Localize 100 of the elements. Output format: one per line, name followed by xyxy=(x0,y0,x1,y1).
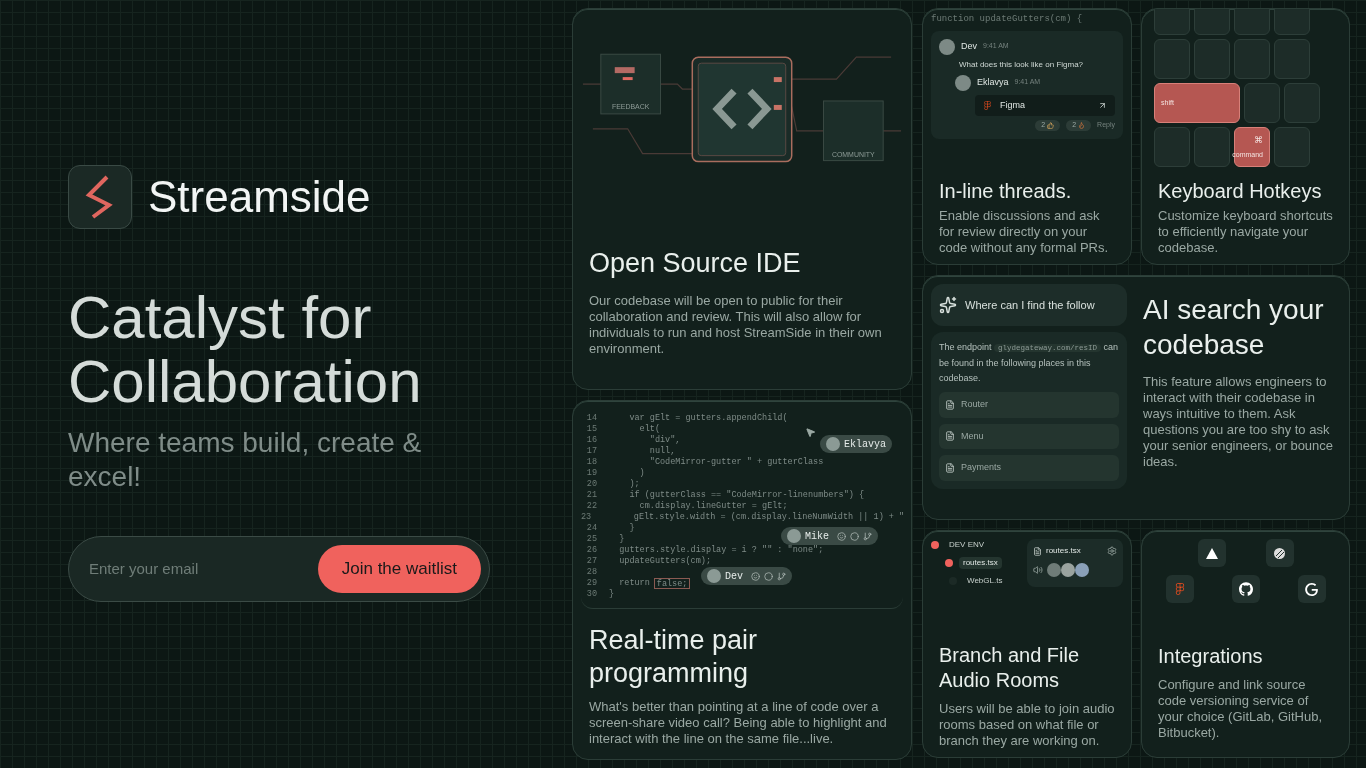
circle-icon[interactable] xyxy=(850,531,859,541)
keyboard-key[interactable] xyxy=(1274,127,1310,167)
logo-icon xyxy=(68,165,132,229)
card-title: In-line threads. xyxy=(939,179,1073,204)
card-description: Configure and link source code versioning service of your choice (GitLab, GitHub, Bitbucket). xyxy=(1158,677,1324,741)
key-symbol: ⌘ xyxy=(1254,134,1263,147)
avatar xyxy=(1047,563,1061,577)
code-line: gElt.style.width = (cm.display.lineNumWidth || 1) + " xyxy=(632,512,905,523)
branch-item[interactable]: routes.tsx xyxy=(959,557,1002,569)
card-title: Branch and File Audio Rooms xyxy=(939,643,1081,693)
file-icon xyxy=(945,399,955,410)
sparkle-icon xyxy=(939,296,957,314)
file-result[interactable]: Router xyxy=(939,392,1119,418)
speaker-icon[interactable] xyxy=(1033,565,1043,575)
keyboard-key[interactable] xyxy=(1274,39,1310,79)
file-icon xyxy=(945,462,955,473)
smile-icon[interactable] xyxy=(751,571,760,581)
card-title: AI search your codebase xyxy=(1143,293,1325,362)
card-description: Enable discussions and ask for review directly on your code without any formal PRs. xyxy=(939,208,1110,256)
card-description: Our codebase will be open to public for their collaboration and review. This will also allow for individuals to run and host StreamSide in their own environment. xyxy=(589,293,883,357)
avatar xyxy=(955,74,971,91)
circle-icon[interactable] xyxy=(764,571,773,581)
query-text: Where can I find the follow xyxy=(965,297,1095,313)
avatar xyxy=(826,437,840,451)
keyboard-key[interactable] xyxy=(1284,83,1320,123)
join-waitlist-button[interactable]: Join the waitlist xyxy=(317,545,481,593)
figma-logo-icon xyxy=(983,100,992,110)
card-description: This feature allows engineers to interact with their codebase in ways intuitive to them. Ask questions you are too shy to ask your senior engineers, or bounce ideas. xyxy=(1143,374,1335,470)
code-line: gutters.style.display = i ? "" : "none"; xyxy=(618,545,824,556)
figma-link[interactable]: Figma xyxy=(975,94,1115,116)
line-number: 19 xyxy=(585,468,598,479)
line-number: 18 xyxy=(585,457,598,468)
pointer-icon xyxy=(805,427,816,438)
keyboard-key[interactable] xyxy=(1154,39,1190,79)
keyboard-key[interactable] xyxy=(1234,39,1270,79)
code-line: ) xyxy=(638,468,645,479)
line-number: 26 xyxy=(585,545,598,556)
card-title: Open Source IDE xyxy=(589,247,802,281)
line-number: 15 xyxy=(585,424,598,435)
card-title: Keyboard Hotkeys xyxy=(1158,179,1323,204)
avatar xyxy=(939,38,955,55)
file-icon xyxy=(1033,546,1042,556)
code-line: ); xyxy=(628,479,640,490)
code-line: "div", xyxy=(648,435,681,446)
keyboard-key[interactable] xyxy=(1244,83,1280,123)
card-description: What's better than pointing at a line of code over a screen-share video call? Being able to highlight and interact with the line on the same file...live. xyxy=(589,699,888,747)
keyboard-key[interactable] xyxy=(1154,127,1190,167)
file-result[interactable]: Menu xyxy=(939,423,1119,449)
line-number: 25 xyxy=(585,534,598,545)
code-line: } xyxy=(609,589,615,600)
search-prompt[interactable]: Where can I find the follow xyxy=(931,284,1127,326)
g-logo-icon xyxy=(1297,575,1326,603)
line-number: 30 xyxy=(585,589,598,600)
avatar xyxy=(787,529,801,543)
code-line: var gElt = gutters.appendChild( xyxy=(628,413,788,424)
code-line: return xyxy=(618,578,650,589)
link-text: Figma xyxy=(1000,98,1026,112)
avatar xyxy=(1075,563,1089,577)
line-number: 21 xyxy=(585,490,598,501)
branch-item[interactable]: WebGL.ts xyxy=(963,575,1007,587)
file-name: routes.tsx xyxy=(1046,545,1082,557)
flame-icon xyxy=(1078,121,1086,129)
user-name: Mike xyxy=(805,530,829,542)
card-description: Customize keyboard shortcuts to efficiently navigate your codebase. xyxy=(1158,208,1333,256)
github-logo-icon xyxy=(1231,575,1260,603)
smile-icon[interactable] xyxy=(837,531,846,541)
keyboard-key[interactable] xyxy=(1194,39,1230,79)
line-number: 24 xyxy=(585,523,598,534)
author-name: Dev xyxy=(961,39,977,53)
line-number: 22 xyxy=(585,501,598,512)
code-line: if (gutterClass == "CodeMirror-linenumbers") { xyxy=(628,490,865,501)
file-icon xyxy=(945,431,955,442)
code-line: function updateGutters(cm) { xyxy=(930,13,1084,26)
settings-icon[interactable] xyxy=(1107,546,1117,556)
headline: Catalyst for Collaboration xyxy=(68,286,423,414)
code-line: elt( xyxy=(638,424,660,435)
thumbs-up-icon xyxy=(1047,121,1055,129)
line-number: 27 xyxy=(585,556,598,567)
highlighted-code: false; xyxy=(653,578,691,589)
code-line: cm.display.lineGutter = gElt; xyxy=(638,501,788,512)
brand-name: Streamside xyxy=(148,171,371,223)
keyboard-key[interactable] xyxy=(1194,127,1230,167)
card-title: Real-time pair programming xyxy=(589,623,759,691)
branch-icon[interactable] xyxy=(863,531,872,541)
line-number: 29 xyxy=(585,578,598,589)
line-number: 28 xyxy=(585,567,598,578)
branch-item[interactable]: DEV ENV xyxy=(945,539,989,551)
code-line: "CodeMirror-gutter " + gutterClass xyxy=(648,457,824,468)
avatar xyxy=(707,569,721,583)
email-field[interactable]: Enter your email Join the waitlist xyxy=(68,536,490,602)
avatar xyxy=(1061,563,1075,577)
external-link-icon xyxy=(1098,100,1107,110)
line-number: 20 xyxy=(585,479,598,490)
line-number: 23 xyxy=(581,512,593,523)
branch-icon[interactable] xyxy=(777,571,786,581)
user-name: Eklavya xyxy=(844,438,886,450)
file-result[interactable]: Payments xyxy=(939,455,1119,481)
user-name: Dev xyxy=(725,570,743,582)
code-line: null, xyxy=(648,446,676,457)
figma-logo-icon xyxy=(1165,575,1194,603)
